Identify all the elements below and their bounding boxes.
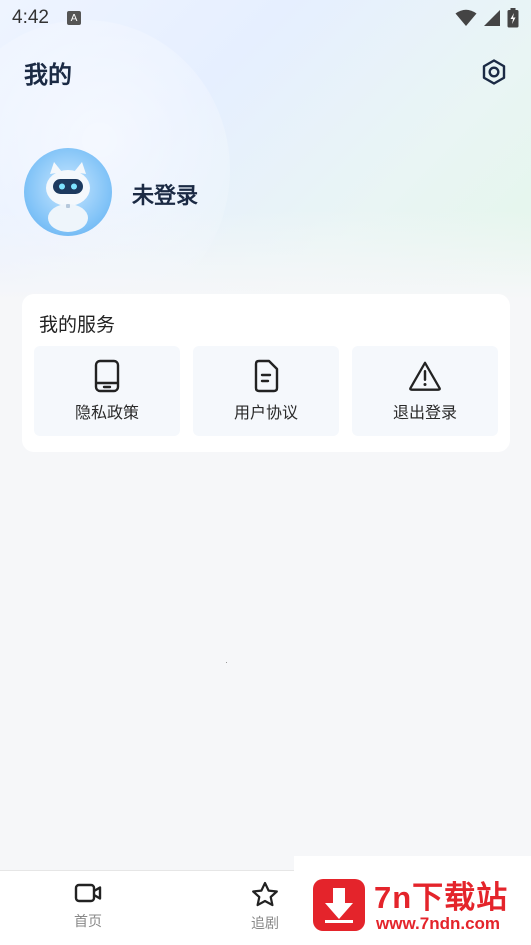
status-icons — [455, 8, 519, 28]
nav-home-label: 首页 — [74, 914, 102, 930]
stray-dot — [226, 662, 227, 663]
battery-icon — [507, 8, 519, 28]
user-agreement-button[interactable]: 用户协议 — [193, 346, 339, 436]
watermark-url: www.7ndn.com — [376, 914, 501, 933]
download-arrow-icon — [313, 879, 365, 931]
warning-icon — [408, 359, 442, 393]
user-agreement-label: 用户协议 — [233, 403, 298, 422]
video-icon — [74, 883, 102, 903]
login-status-label[interactable]: 未登录 — [132, 178, 198, 210]
signal-icon — [484, 10, 500, 26]
nav-item-home[interactable]: 首页 — [58, 881, 118, 939]
robot-cat-avatar-icon — [46, 162, 90, 232]
logout-button[interactable]: 退出登录 — [352, 346, 498, 436]
star-icon — [252, 881, 278, 907]
logout-label: 退出登录 — [392, 403, 457, 422]
privacy-policy-label: 隐私政策 — [74, 403, 139, 422]
status-time: 4:42 — [12, 7, 49, 28]
wifi-icon — [455, 9, 477, 26]
nav-item-follow[interactable]: 追剧 — [235, 881, 295, 939]
settings-button[interactable] — [478, 56, 510, 88]
settings-icon — [482, 59, 506, 85]
site-watermark: 7n下载站 www.7ndn.com — [294, 856, 531, 945]
keyboard-indicator-icon: A — [66, 11, 81, 25]
watermark-title: 7n下载站 — [374, 880, 509, 915]
status-bar: 4:42 A — [0, 0, 531, 36]
nav-follow-label: 追剧 — [251, 916, 279, 932]
privacy-policy-button[interactable]: 隐私政策 — [34, 346, 180, 436]
services-title: 我的服务 — [39, 314, 116, 336]
page-title: 我的 — [24, 61, 72, 89]
avatar[interactable] — [24, 148, 112, 236]
my-services-card: 我的服务 隐私政策 用户协议 退出登录 — [22, 294, 510, 452]
document-icon — [249, 359, 283, 393]
tablet-icon — [90, 359, 124, 393]
